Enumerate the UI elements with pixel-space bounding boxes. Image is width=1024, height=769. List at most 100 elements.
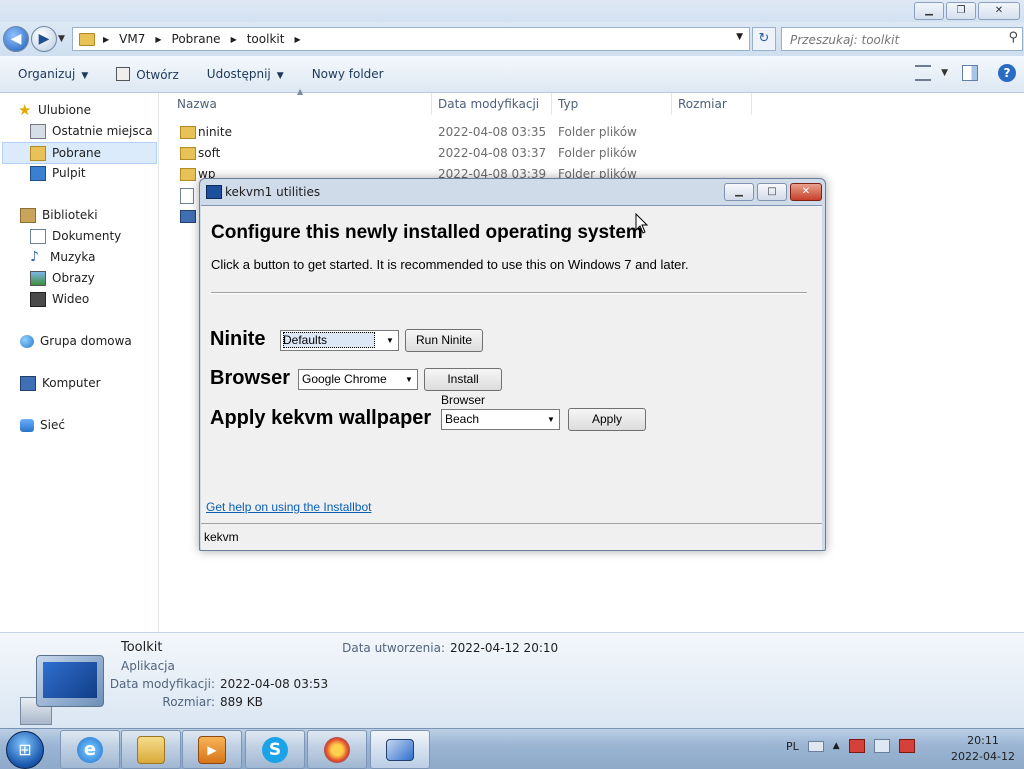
nav-label: Wideo <box>52 292 90 306</box>
preview-pane-icon[interactable] <box>962 65 978 81</box>
restore-button[interactable]: ❐ <box>946 2 976 20</box>
refresh-button[interactable]: ↻ <box>752 27 776 51</box>
taskbar: ⊞ e ▶ S PL ▲ 20:11 2022-04-12 <box>0 728 1024 769</box>
nav-desktop[interactable]: Pulpit <box>30 163 86 183</box>
address-bar[interactable]: ▶ VM7 ▶ Pobrane ▶ toolkit ▶ ▼ <box>72 27 750 51</box>
help-link[interactable]: Get help on using the Installbot <box>206 500 371 514</box>
view-options-icon[interactable] <box>915 65 932 81</box>
details-name: Toolkit <box>121 640 163 655</box>
install-browser-button[interactable]: Install Browser <box>424 368 502 407</box>
wallpaper-select[interactable]: Beach ▼ <box>441 409 560 430</box>
nav-music[interactable]: ♪ Muzyka <box>30 247 95 267</box>
internet-explorer-icon: e <box>77 736 103 763</box>
breadcrumb-pobrane[interactable]: Pobrane <box>172 32 221 46</box>
search-box[interactable]: ⚲ <box>781 27 1023 51</box>
column-divider[interactable] <box>431 93 432 115</box>
taskbar-media-player[interactable]: ▶ <box>182 730 242 769</box>
column-header-type[interactable]: Typ <box>558 93 578 115</box>
clock[interactable]: 20:11 2022-04-12 <box>948 733 1018 765</box>
browser-icon <box>324 736 350 763</box>
close-button[interactable]: ✕ <box>978 2 1020 20</box>
keyboard-icon[interactable] <box>807 740 824 752</box>
start-button[interactable]: ⊞ <box>6 731 44 769</box>
column-header-size[interactable]: Rozmiar <box>678 93 727 115</box>
nav-pictures[interactable]: Obrazy <box>30 268 95 288</box>
star-icon: ★ <box>18 100 32 119</box>
file-row[interactable]: ninite 2022-04-08 03:35 Folder plików <box>170 122 750 142</box>
file-row[interactable]: soft 2022-04-08 03:37 Folder plików <box>170 143 750 163</box>
breadcrumb-toolkit[interactable]: toolkit <box>247 32 285 46</box>
folder-icon <box>79 32 95 46</box>
column-divider[interactable] <box>671 93 672 115</box>
nav-favorites[interactable]: ★ Ulubione <box>18 100 91 120</box>
network-icon <box>20 418 34 432</box>
language-indicator[interactable]: PL <box>786 740 799 753</box>
breadcrumb-separator-icon[interactable]: ▶ <box>231 35 237 44</box>
address-dropdown-icon[interactable]: ▼ <box>736 32 743 42</box>
nav-network[interactable]: Sieć <box>20 415 65 435</box>
taskbar-browser[interactable] <box>307 730 367 769</box>
media-player-icon: ▶ <box>198 735 226 764</box>
column-divider[interactable] <box>551 93 552 115</box>
organize-button[interactable]: Organizuj ▼ <box>18 67 88 81</box>
file-row[interactable] <box>170 185 200 205</box>
show-hidden-icons-icon[interactable]: ▲ <box>833 741 840 751</box>
nav-label: Pobrane <box>52 146 102 160</box>
chevron-down-icon: ▼ <box>386 336 394 345</box>
nav-computer[interactable]: Komputer <box>20 373 101 393</box>
network-disconnected-icon[interactable] <box>873 739 890 753</box>
dialog-maximize-button[interactable]: □ <box>757 183 787 201</box>
dialog-subtitle: Click a button to get started. It is rec… <box>211 257 689 272</box>
ninite-select[interactable]: Defaults ▼ <box>280 330 399 351</box>
dialog-titlebar[interactable]: kekvm1 utilities ▁ □ ✕ <box>200 179 825 205</box>
column-divider[interactable] <box>751 93 752 115</box>
breadcrumb-separator-icon[interactable]: ▶ <box>103 35 109 44</box>
breadcrumb-separator-icon[interactable]: ▶ <box>294 35 300 44</box>
nav-documents[interactable]: Dokumenty <box>30 226 121 246</box>
run-ninite-button[interactable]: Run Ninite <box>405 329 483 352</box>
search-icon[interactable]: ⚲ <box>1008 30 1018 45</box>
file-row[interactable] <box>170 206 200 226</box>
libraries-icon <box>20 207 36 223</box>
back-button[interactable]: ◀ <box>3 26 29 52</box>
help-icon[interactable]: ? <box>998 64 1016 82</box>
nav-homegroup[interactable]: Grupa domowa <box>20 331 132 351</box>
nav-videos[interactable]: Wideo <box>30 289 89 309</box>
column-header-name[interactable]: Nazwa <box>177 93 217 115</box>
details-modified-label: Data modyfikacji: <box>109 677 215 691</box>
ninite-label: Ninite <box>210 328 266 350</box>
share-button[interactable]: Udostępnij ▼ <box>207 67 284 81</box>
dialog-close-button[interactable]: ✕ <box>790 183 822 201</box>
nav-downloads[interactable]: Pobrane <box>2 142 157 164</box>
documents-icon <box>30 228 46 244</box>
navigation-pane: ★ Ulubione Ostatnie miejsca Pobrane Pulpi… <box>0 93 159 632</box>
taskbar-explorer[interactable] <box>121 730 181 769</box>
volume-muted-icon[interactable] <box>898 739 915 753</box>
apply-wallpaper-button[interactable]: Apply <box>568 408 646 431</box>
breadcrumb-vm7[interactable]: VM7 <box>119 32 145 46</box>
dialog-minimize-button[interactable]: ▁ <box>724 183 754 201</box>
file-name: soft <box>198 146 221 160</box>
new-folder-button[interactable]: Nowy folder <box>312 67 384 81</box>
open-button[interactable]: Otwórz <box>116 66 179 82</box>
search-input[interactable] <box>788 30 992 50</box>
minimize-button[interactable]: ▁ <box>914 2 944 20</box>
action-center-alert-icon[interactable] <box>848 739 865 753</box>
breadcrumb-separator-icon[interactable]: ▶ <box>155 35 161 44</box>
taskbar-kekvm-utilities[interactable] <box>370 730 430 769</box>
nav-label: Ostatnie miejsca <box>52 124 153 138</box>
taskbar-skype[interactable]: S <box>245 730 305 769</box>
browser-select[interactable]: Google Chrome ▼ <box>298 369 418 390</box>
column-header-modified[interactable]: Data modyfikacji <box>438 93 539 115</box>
details-pane: Toolkit Aplikacja Data modyfikacji: 2022… <box>0 632 1024 729</box>
view-dropdown-icon[interactable]: ▼ <box>941 68 948 78</box>
recent-pages-dropdown-icon[interactable]: ▼ <box>58 34 65 44</box>
forward-button[interactable]: ▶ <box>31 26 57 52</box>
chevron-down-icon: ▼ <box>547 415 555 424</box>
nav-label: Pulpit <box>52 166 86 180</box>
address-row: ◀ ▶ ▼ ▶ VM7 ▶ Pobrane ▶ toolkit ▶ ▼ ↻ ⚲ <box>0 22 1024 56</box>
browser-label: Browser <box>210 367 291 389</box>
nav-recent-places[interactable]: Ostatnie miejsca <box>30 121 153 141</box>
nav-libraries[interactable]: Biblioteki <box>20 205 98 225</box>
taskbar-internet-explorer[interactable]: e <box>60 730 120 769</box>
